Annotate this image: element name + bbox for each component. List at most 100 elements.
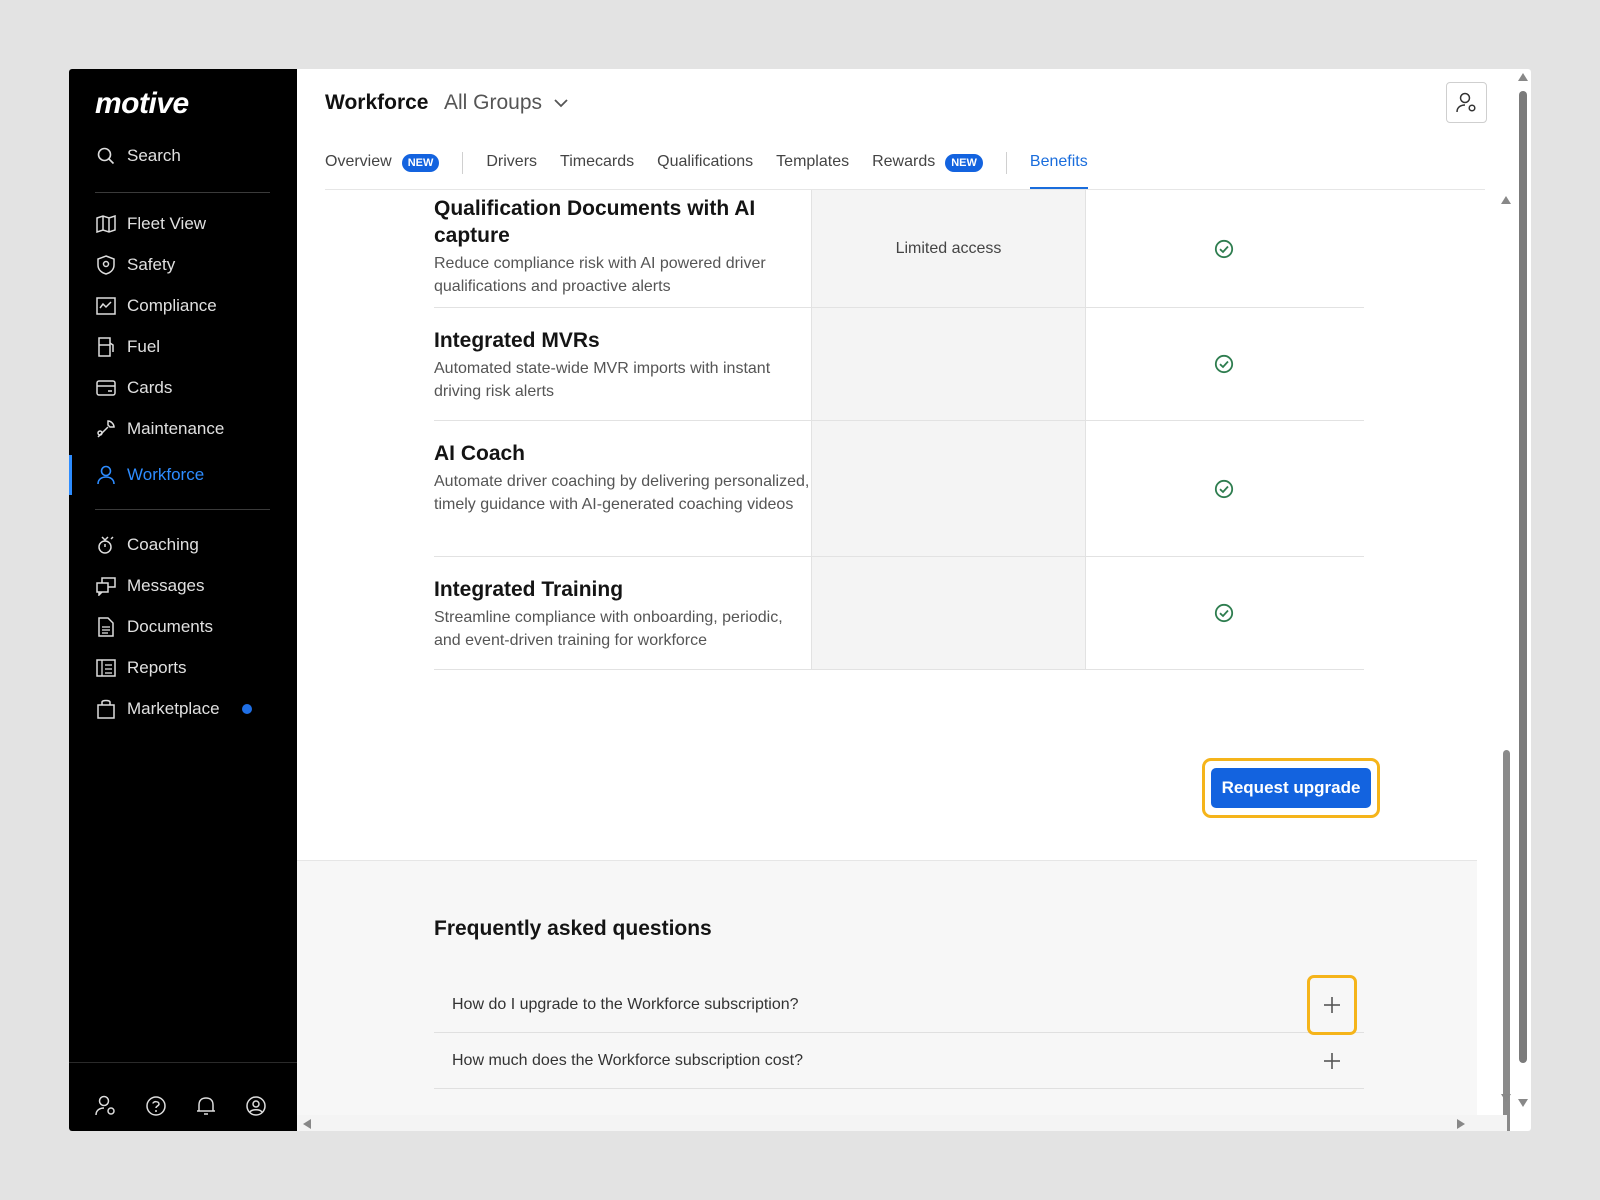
tab-rewards[interactable]: Rewards NEW	[872, 151, 983, 189]
sidebar-item-label: Messages	[127, 576, 205, 595]
tab-separator	[1005, 152, 1007, 174]
scroll-down-arrow-icon	[1518, 1099, 1528, 1107]
sidebar-item-coaching[interactable]: Coaching	[95, 530, 199, 560]
feature-description: Streamline compliance with onboarding, p…	[434, 609, 783, 649]
tab-label: Drivers	[486, 153, 538, 170]
tab-templates[interactable]: Templates	[776, 151, 849, 189]
scroll-up-arrow-icon	[1501, 196, 1511, 204]
user-settings-button[interactable]	[1446, 82, 1487, 123]
tab-label: Overview	[325, 153, 392, 170]
app-window: motive Search Fleet View Safety Complian…	[69, 69, 1531, 1131]
feature-title: Integrated Training	[434, 578, 624, 601]
help-icon[interactable]	[145, 1095, 167, 1117]
page-vertical-scrollbar[interactable]	[1515, 69, 1531, 1131]
sidebar-item-documents[interactable]: Documents	[95, 612, 213, 642]
faq-item[interactable]: How much does the Workforce subscription…	[434, 1033, 1364, 1089]
sidebar: motive Search Fleet View Safety Complian…	[69, 69, 297, 1131]
sidebar-item-safety[interactable]: Safety	[95, 250, 175, 280]
sidebar-item-workforce[interactable]: Workforce	[95, 460, 204, 490]
sidebar-item-label: Coaching	[127, 535, 199, 554]
sidebar-item-fleet-view[interactable]: Fleet View	[95, 209, 206, 239]
person-icon	[95, 464, 117, 486]
sidebar-item-label: Documents	[127, 617, 213, 636]
chevron-down-icon	[554, 98, 568, 107]
tab-label: Templates	[776, 153, 850, 170]
bell-icon[interactable]	[195, 1095, 217, 1117]
tab-bar: Overview NEW Drivers Timecards Qualifica…	[325, 151, 1111, 189]
current-plan-cell	[811, 557, 1086, 669]
tab-timecards[interactable]: Timecards	[560, 151, 634, 189]
scrollbar-thumb[interactable]	[1503, 750, 1510, 1131]
feature-description: Reduce compliance risk with AI powered d…	[434, 255, 766, 295]
account-icon[interactable]	[245, 1095, 267, 1117]
request-upgrade-button[interactable]: Request upgrade	[1211, 768, 1371, 808]
sidebar-item-maintenance[interactable]: Maintenance	[95, 414, 224, 444]
sidebar-item-label: Fleet View	[127, 214, 207, 233]
tab-overview[interactable]: Overview NEW	[325, 151, 440, 189]
expand-button[interactable]	[1312, 1041, 1352, 1081]
sidebar-divider	[95, 192, 270, 193]
sidebar-item-compliance[interactable]: Compliance	[95, 291, 217, 321]
scroll-up-arrow-icon	[1518, 73, 1528, 81]
feature-title: AI Coach	[434, 442, 526, 465]
sidebar-item-cards[interactable]: Cards	[95, 373, 172, 403]
tab-benefits[interactable]: Benefits	[1029, 151, 1088, 189]
sidebar-search[interactable]: Search	[95, 141, 181, 171]
feature-comparison-table: Qualification Documents with AI capture …	[434, 190, 1364, 670]
tab-qualifications[interactable]: Qualifications	[657, 151, 753, 189]
expand-button[interactable]	[1307, 974, 1357, 1035]
plus-icon	[1324, 996, 1340, 1013]
sidebar-item-label: Workforce	[127, 465, 205, 484]
sidebar-bottom-icons	[95, 1095, 267, 1117]
faq-question: How do I upgrade to the Workforce subscr…	[452, 995, 799, 1013]
benefits-content: Qualification Documents with AI capture …	[297, 190, 1477, 1131]
tab-label: Benefits	[1029, 153, 1088, 170]
table-row: Integrated Training Streamline complianc…	[434, 557, 1364, 670]
current-plan-cell	[811, 421, 1086, 556]
reports-icon	[95, 657, 117, 679]
horizontal-scrollbar[interactable]	[297, 1115, 1507, 1131]
new-badge: NEW	[401, 154, 440, 172]
upgrade-plan-cell	[1086, 308, 1361, 420]
check-circle-icon	[1214, 479, 1233, 498]
tab-label: Qualifications	[657, 153, 754, 170]
coaching-icon	[95, 534, 117, 556]
sidebar-item-marketplace[interactable]: Marketplace	[95, 694, 252, 724]
table-row: AI Coach Automate driver coaching by del…	[434, 421, 1364, 557]
sidebar-item-label: Cards	[127, 378, 173, 397]
group-selector[interactable]: All Groups	[444, 91, 568, 115]
sidebar-item-fuel[interactable]: Fuel	[95, 332, 160, 362]
feature-description: Automate driver coaching by delivering p…	[434, 473, 810, 513]
page-title: Workforce	[325, 91, 429, 114]
tab-separator	[462, 152, 464, 174]
faq-section: Frequently asked questions How do I upgr…	[297, 860, 1477, 1131]
sidebar-item-label: Reports	[127, 658, 187, 677]
table-row: Qualification Documents with AI capture …	[434, 190, 1364, 308]
sidebar-item-label: Safety	[127, 255, 176, 274]
faq-title: Frequently asked questions	[434, 917, 712, 940]
sidebar-item-reports[interactable]: Reports	[95, 653, 187, 683]
faq-question: How much does the Workforce subscription…	[452, 1051, 803, 1069]
check-circle-icon	[1214, 239, 1233, 258]
tab-drivers[interactable]: Drivers	[486, 151, 537, 189]
check-circle-icon	[1214, 603, 1233, 623]
sidebar-item-messages[interactable]: Messages	[95, 571, 204, 601]
notification-dot	[241, 704, 252, 714]
limited-access-label: Limited access	[895, 239, 1002, 257]
screenshot-frame: motive Search Fleet View Safety Complian…	[0, 0, 1600, 1200]
feature-cell: Integrated MVRs Automated state-wide MVR…	[434, 308, 811, 420]
check-circle-icon	[1214, 354, 1233, 374]
motive-logo: motive	[95, 87, 189, 120]
content-vertical-scrollbar[interactable]	[1499, 190, 1513, 1131]
scrollbar-thumb[interactable]	[1519, 91, 1527, 1063]
current-plan-cell	[811, 308, 1086, 420]
sidebar-bottom-divider	[69, 1062, 297, 1063]
sidebar-item-label: Maintenance	[127, 419, 225, 438]
faq-item[interactable]: How do I upgrade to the Workforce subscr…	[434, 974, 1364, 1035]
feature-title: Integrated MVRs	[434, 329, 600, 352]
user-settings-icon[interactable]	[95, 1095, 117, 1117]
feature-title: Qualification Documents with AI capture	[434, 197, 756, 247]
scroll-left-arrow-icon	[303, 1119, 311, 1129]
scroll-down-arrow-icon	[1501, 1094, 1511, 1102]
upgrade-plan-cell	[1086, 557, 1361, 669]
